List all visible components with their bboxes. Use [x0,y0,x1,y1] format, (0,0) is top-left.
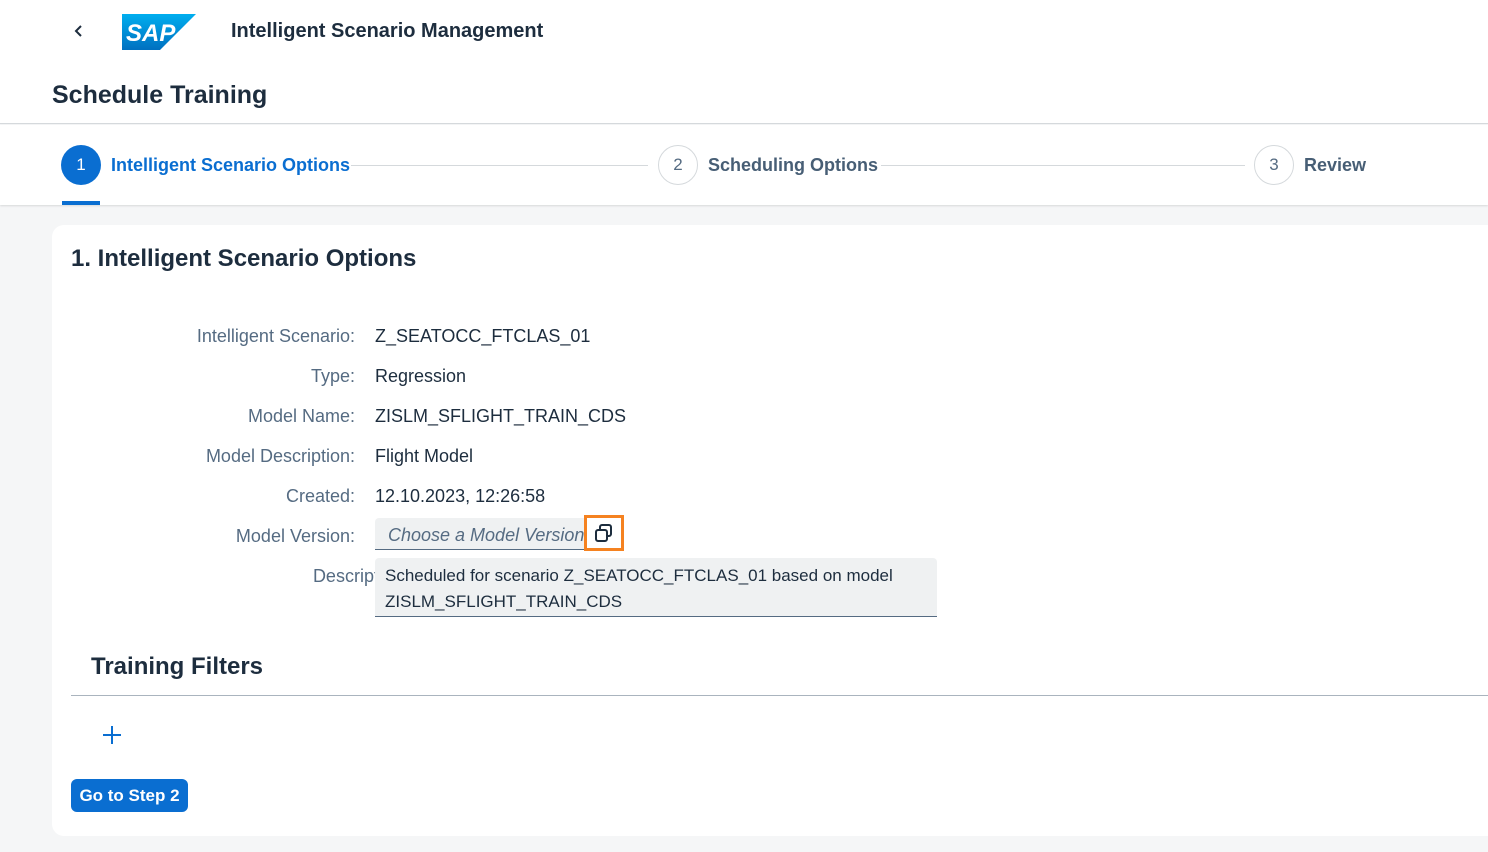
model-version-placeholder: Choose a Model Version [388,525,585,545]
model-version-input[interactable]: Choose a Model Version [375,515,624,551]
plus-icon [103,726,121,744]
step-label: Scheduling Options [708,154,878,175]
field-model-description: Model Description: Flight Model [52,438,1052,470]
wizard-step-2[interactable]: 2 Scheduling Options [658,145,878,185]
wizard-step-3[interactable]: 3 Review [1254,145,1366,185]
step-connector [351,165,648,166]
section-title: 1. Intelligent Scenario Options [71,245,417,272]
field-label: Model Description: [205,446,355,466]
field-label: Created: [285,486,355,506]
sap-logo[interactable]: SAP [122,14,196,55]
back-button[interactable] [66,18,92,44]
step-content-card: 1. Intelligent Scenario Options Intellig… [52,225,1488,836]
field-model-version: Model Version: Choose a Model Version [52,515,1052,551]
training-filters-title: Training Filters [91,653,264,680]
field-value: Flight Model [375,446,474,466]
field-value: ZISLM_SFLIGHT_TRAIN_CDS [375,406,627,426]
field-created: Created: 12.10.2023, 12:26:58 [52,478,1052,510]
step-number: 1 [61,145,101,185]
add-filter-button[interactable] [96,719,128,751]
chevron-left-icon [74,25,82,37]
field-label: Type: [310,366,355,386]
step-label: Review [1304,154,1367,175]
step-connector [881,165,1245,166]
field-label: Model Version: [235,526,355,546]
field-label: Intelligent Scenario: [196,326,355,346]
description-textarea[interactable]: Scheduled for scenario Z_SEATOCC_FTCLAS_… [375,558,937,617]
step-number: 2 [658,145,698,185]
shell-bar: SAP Intelligent Scenario Management [0,0,1488,64]
field-value: Z_SEATOCC_FTCLAS_01 [375,326,591,346]
field-value: 12.10.2023, 12:26:58 [375,486,546,506]
field-intelligent-scenario: Intelligent Scenario: Z_SEATOCC_FTCLAS_0… [52,318,1052,350]
wizard-progress: 1 Intelligent Scenario Options 2 Schedul… [0,125,1488,205]
value-help-button[interactable] [584,515,624,551]
field-label: Model Name: [247,406,355,426]
svg-text:SAP: SAP [126,20,176,47]
field-value: Regression [375,366,467,386]
filters-divider [71,695,1488,696]
wizard-step-1[interactable]: 1 Intelligent Scenario Options [61,145,350,185]
field-type: Type: Regression [52,358,1052,390]
value-help-icon [595,524,612,542]
active-step-indicator [62,201,100,205]
field-model-name: Model Name: ZISLM_SFLIGHT_TRAIN_CDS [52,398,1052,430]
page-header: Schedule Training [0,64,1488,124]
page-title: Schedule Training [52,81,268,109]
app-title: Intelligent Scenario Management [231,20,544,42]
step-label: Intelligent Scenario Options [111,154,351,175]
go-to-step-2-button[interactable]: Go to Step 2 [71,779,188,812]
step-number: 3 [1254,145,1294,185]
